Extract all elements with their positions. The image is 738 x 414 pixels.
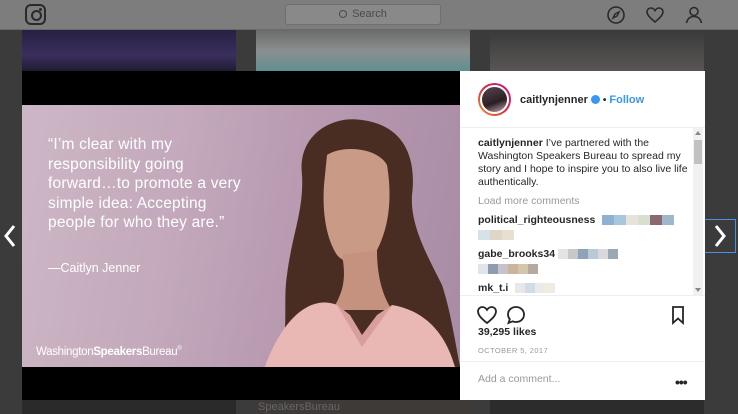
brand-washington: Washington — [36, 346, 94, 358]
comments-scrollbar[interactable] — [693, 128, 703, 295]
feed-tile — [490, 400, 704, 414]
comment-username[interactable]: mk_t.i — [478, 282, 508, 294]
brand-bureau: Bureau — [142, 346, 178, 358]
load-more-comments-button[interactable]: Load more comments — [478, 195, 688, 208]
post-side-panel: caitlynjenner • Follow caitlynjenner I’ve … — [460, 71, 705, 400]
search-input[interactable]: Search — [285, 4, 441, 25]
chevron-left-icon — [4, 225, 16, 247]
user-icon[interactable] — [684, 5, 704, 25]
comment-username[interactable]: gabe_brooks34 — [478, 248, 555, 260]
next-post-button[interactable] — [704, 219, 736, 253]
comment-row: political_righteousness — [478, 214, 688, 242]
comment-row: gabe_brooks34 — [478, 248, 688, 276]
post-header: caitlynjenner • Follow — [460, 71, 705, 128]
follow-button[interactable]: Follow — [609, 94, 644, 106]
likes-count[interactable]: 39,295 likes — [478, 326, 536, 338]
feed-tile — [22, 30, 236, 72]
tile-caption: SpeakersBureau — [258, 401, 340, 413]
compass-icon[interactable] — [606, 5, 626, 25]
comment-row: mk_t.i — [478, 282, 688, 295]
brand-logo: WashingtonSpeakersBureau® — [36, 346, 182, 358]
add-comment-input[interactable] — [478, 373, 658, 385]
bookmark-icon[interactable] — [667, 304, 689, 326]
portrait-illustration — [264, 119, 460, 367]
post-author: caitlynjenner • Follow — [520, 94, 644, 106]
separator: • — [602, 95, 607, 106]
more-options-button[interactable]: ••• — [675, 374, 688, 390]
avatar[interactable] — [478, 83, 511, 116]
verified-badge-icon — [590, 95, 600, 104]
image-quote-author: —Caitlyn Jenner — [48, 261, 141, 275]
brand-mark: ® — [177, 346, 182, 353]
brand-speakers: Speakers — [93, 346, 143, 358]
feed-tile — [22, 400, 236, 414]
post-date: OCTOBER 5, 2017 — [478, 346, 549, 355]
comments-list: caitlynjenner I’ve partnered with the Wa… — [478, 137, 688, 295]
caption-username[interactable]: caitlynjenner — [478, 137, 543, 149]
feed-tile — [256, 30, 470, 72]
post-image: “I’m clear with my responsibility going … — [22, 105, 460, 367]
post-modal: “I’m clear with my responsibility going … — [22, 71, 705, 400]
search-icon — [339, 10, 348, 18]
top-nav: Search — [0, 0, 738, 30]
caption: caitlynjenner I’ve partnered with the Wa… — [478, 137, 688, 189]
image-quote: “I’m clear with my responsibility going … — [48, 136, 241, 231]
username-link[interactable]: caitlynjenner — [520, 94, 588, 106]
heart-icon[interactable] — [645, 5, 665, 25]
like-heart-icon[interactable] — [476, 304, 498, 326]
instagram-logo-icon[interactable] — [25, 4, 46, 25]
feed-tile — [490, 30, 704, 72]
search-placeholder: Search — [352, 8, 387, 20]
comment-bubble-icon[interactable] — [505, 304, 527, 326]
comment-username[interactable]: political_righteousness — [478, 214, 595, 226]
add-comment-bar: ••• — [460, 361, 705, 400]
chevron-right-icon — [714, 225, 726, 247]
